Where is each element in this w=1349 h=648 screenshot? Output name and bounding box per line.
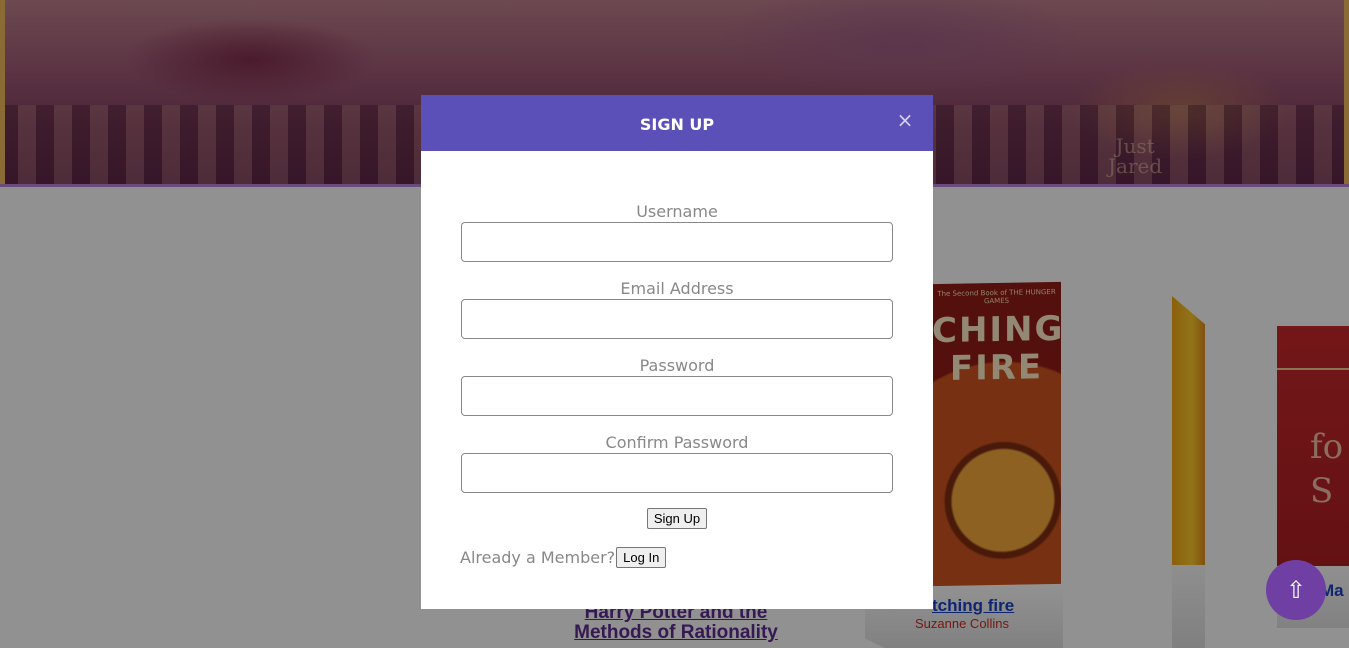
sign-up-button[interactable]: Sign Up [646, 508, 708, 529]
password-label: Password [639, 356, 715, 375]
signup-form: Username Email Address Password Confirm … [461, 201, 893, 529]
signup-modal: SIGN UP × Username Email Address Passwor… [421, 95, 933, 609]
login-prompt: Already a Member? Log In [460, 547, 667, 568]
close-icon[interactable]: × [895, 110, 915, 130]
username-input[interactable] [461, 222, 893, 262]
confirm-password-input[interactable] [461, 453, 893, 493]
email-input[interactable] [461, 299, 893, 339]
already-member-text: Already a Member? [460, 548, 616, 567]
confirm-password-label: Confirm Password [605, 433, 749, 452]
submit-row: Sign Up [461, 508, 893, 529]
scroll-to-top-button[interactable]: ⇧ [1266, 560, 1326, 620]
password-input[interactable] [461, 376, 893, 416]
modal-header: SIGN UP × [421, 95, 933, 151]
username-label: Username [636, 202, 718, 221]
email-label: Email Address [620, 279, 734, 298]
modal-title: SIGN UP [639, 115, 715, 134]
up-arrow-icon: ⇧ [1285, 576, 1307, 604]
log-in-button[interactable]: Log In [616, 547, 667, 568]
